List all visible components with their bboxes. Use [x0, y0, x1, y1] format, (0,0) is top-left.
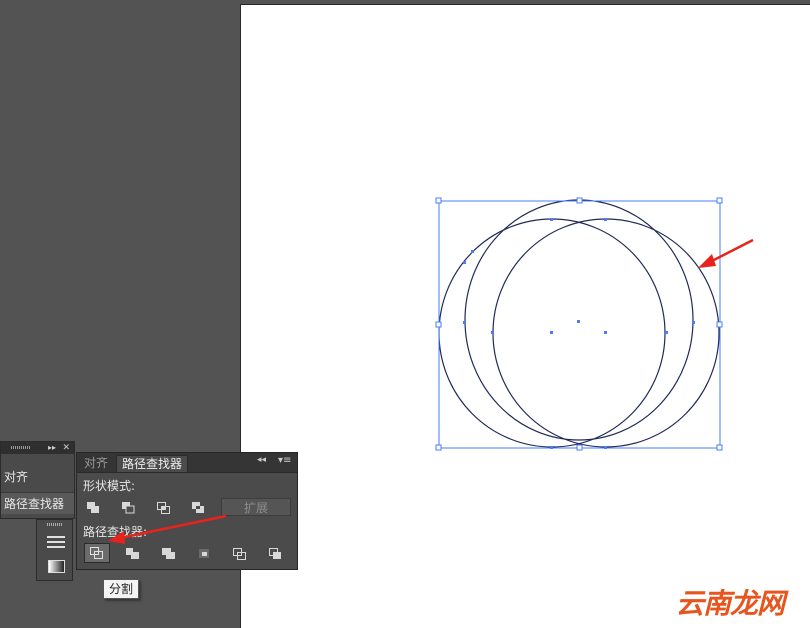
- trim-icon: [126, 548, 139, 559]
- anchor-points: [463, 218, 695, 449]
- trim-button[interactable]: [122, 545, 142, 562]
- expand-button[interactable]: 扩展: [221, 498, 291, 516]
- stroke-lines-icon[interactable]: [47, 536, 65, 548]
- minus-front-button[interactable]: [118, 499, 138, 516]
- intersect-button[interactable]: [153, 499, 173, 516]
- outline-icon: [233, 548, 246, 560]
- watermark-logo: 云南龙网: [676, 587, 785, 620]
- minus-back-icon: [269, 548, 281, 559]
- gradient-icon[interactable]: [48, 560, 65, 573]
- mini-item-align[interactable]: 对齐: [1, 466, 74, 488]
- divide-icon: [90, 547, 103, 559]
- pathfinders-label: 路径查找器:: [83, 525, 148, 539]
- shape-modes-label: 形状模式:: [83, 479, 136, 493]
- tool-strip: [36, 519, 73, 581]
- outline-button[interactable]: [229, 545, 249, 562]
- merge-icon: [162, 548, 175, 559]
- tab-pathfinder[interactable]: 路径查找器: [116, 455, 189, 472]
- selection-bounding-box[interactable]: [438, 200, 721, 449]
- grip-icon[interactable]: [11, 446, 31, 449]
- divide-tooltip: 分割: [103, 579, 140, 599]
- panel-menu-icon[interactable]: ▾≡: [278, 455, 291, 466]
- tab-align[interactable]: 对齐: [79, 455, 113, 472]
- exclude-button[interactable]: [188, 499, 208, 516]
- divide-button[interactable]: [84, 543, 110, 563]
- panel-tab-bar: 对齐 路径查找器 ◂◂ ▾≡: [77, 453, 297, 473]
- collapse-icon[interactable]: ◂◂: [257, 455, 266, 465]
- minus-front-icon: [122, 502, 135, 514]
- crop-icon: [199, 549, 209, 558]
- intersect-icon: [157, 502, 170, 514]
- unite-icon: [87, 502, 99, 513]
- annotation-arrow-canvas: [698, 238, 754, 268]
- collapsed-panel-header[interactable]: ▸▸ ✕: [1, 442, 74, 454]
- collapse-icon[interactable]: ▸▸: [48, 442, 56, 454]
- pathfinder-panel: 对齐 路径查找器 ◂◂ ▾≡ 形状模式: 扩展 路径查找器:: [76, 452, 298, 570]
- merge-button[interactable]: [158, 545, 178, 562]
- collapsed-panel: ▸▸ ✕ 对齐 路径查找器: [0, 441, 75, 519]
- exclude-icon: [192, 502, 204, 513]
- crop-button[interactable]: [194, 545, 214, 562]
- mini-item-pathfinder[interactable]: 路径查找器: [1, 492, 74, 514]
- unite-button[interactable]: [83, 499, 103, 516]
- grip-icon[interactable]: [47, 523, 63, 526]
- bounding-box-handles[interactable]: [435, 197, 723, 451]
- minus-back-button[interactable]: [265, 545, 285, 562]
- close-icon[interactable]: ✕: [62, 442, 70, 454]
